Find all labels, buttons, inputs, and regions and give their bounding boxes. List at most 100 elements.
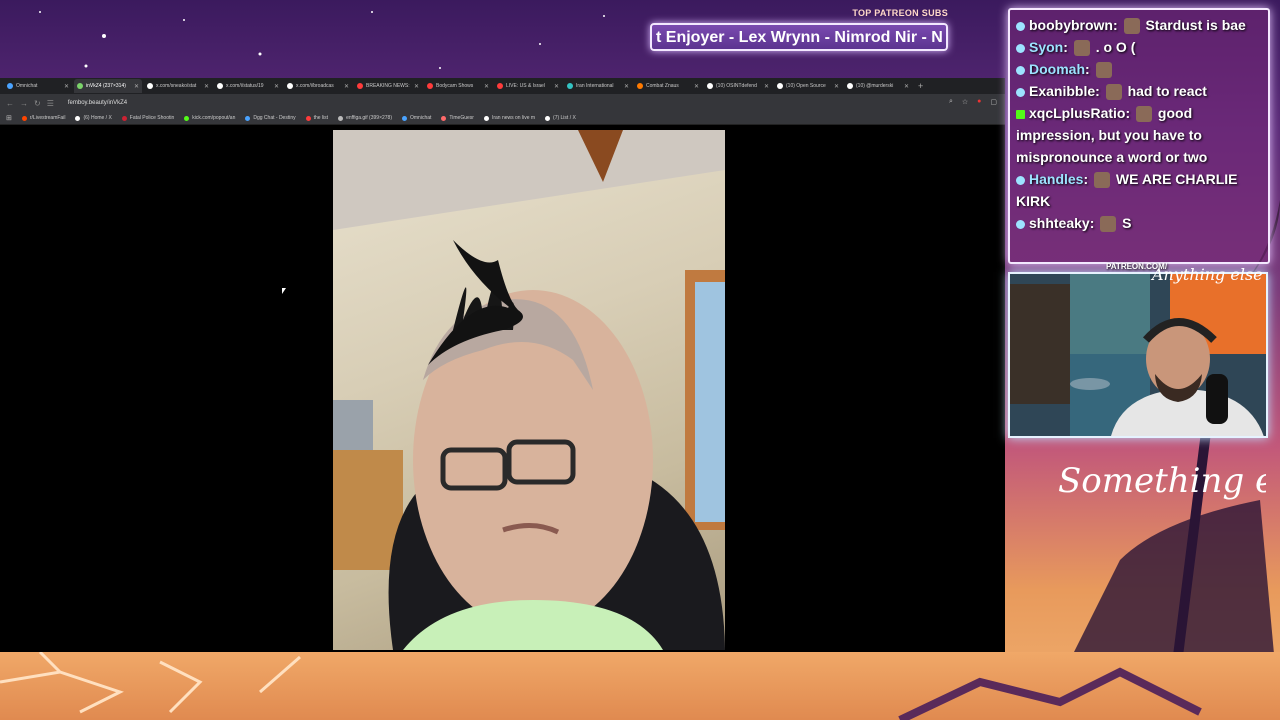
- bookmark-label: (7) List / X: [553, 115, 576, 121]
- emote-icon: [1073, 40, 1090, 57]
- address-bar: ← → ↻ ☰ femboy.beauty/inVkZ4 ⌕ ☆ ● ▢: [0, 94, 1005, 112]
- bookmark-item[interactable]: (7) List / X: [545, 115, 576, 121]
- bookmark-item[interactable]: kick.com/popout/an: [184, 115, 235, 121]
- chat-message: Syon: . o O (: [1016, 36, 1262, 58]
- bookmark-label: Omnichat: [410, 115, 432, 121]
- webcam-image: [333, 130, 725, 650]
- bookmark-item[interactable]: the list: [305, 115, 328, 121]
- browser-tab[interactable]: Bodycam Shows ✕: [424, 79, 492, 93]
- bookmark-favicon-icon: [21, 115, 27, 121]
- tab-favicon-icon: [147, 83, 153, 89]
- bookmark-item[interactable]: (6) Home / X: [75, 115, 112, 121]
- browser-tab[interactable]: LIVE: US & Israel ✕: [494, 79, 562, 93]
- apps-grid-icon[interactable]: ⊞: [6, 114, 12, 122]
- browser-tab[interactable]: x.com/i/status/19 ✕: [214, 79, 282, 93]
- something-else-logo: Something else: [1058, 461, 1266, 501]
- chat-overlay: boobybrown: Stardust is bae Syon: . o O (…: [1008, 8, 1270, 264]
- tab-favicon-icon: [637, 83, 643, 89]
- tab-favicon-icon: [847, 83, 853, 89]
- bookmark-item[interactable]: Fatal Police Shootin: [121, 115, 174, 121]
- chat-username: Syon: [1029, 39, 1064, 55]
- close-tab-icon[interactable]: ✕: [64, 83, 69, 90]
- browser-tab[interactable]: x.com/i/broadcas ✕: [284, 79, 352, 93]
- toolbar-icons: ⌕ ☆ ● ▢: [949, 98, 997, 106]
- tab-label: x.com/i/broadcas: [296, 83, 334, 89]
- close-tab-icon[interactable]: ✕: [484, 83, 489, 90]
- tab-favicon-icon: [707, 83, 713, 89]
- svg-text:Something else: Something else: [1058, 461, 1266, 501]
- emote-icon: [1095, 62, 1112, 79]
- extensions-puzzle-icon[interactable]: ▢: [990, 98, 997, 106]
- reload-icon[interactable]: ↻: [34, 99, 41, 108]
- browser-tab[interactable]: inVkZ4 (237×314) ✕: [74, 79, 142, 93]
- tab-label: Iran International: [576, 83, 614, 89]
- bookmark-favicon-icon: [184, 115, 190, 121]
- patreon-subs-label: TOP PATREON SUBS: [852, 8, 948, 18]
- bookmark-item[interactable]: enffiga.gif (399×278): [338, 115, 392, 121]
- tab-label: BREAKING NEWS:: [366, 83, 410, 89]
- patreon-ticker: t Enjoyer - Lex Wrynn - Nimrod Nir - N: [650, 23, 948, 51]
- streamer-photo: [1010, 274, 1266, 436]
- bookmark-label: Iran news on live m: [491, 115, 536, 121]
- close-tab-icon[interactable]: ✕: [834, 83, 839, 90]
- bookmark-star-icon[interactable]: ☆: [962, 98, 968, 106]
- close-tab-icon[interactable]: ✕: [694, 83, 699, 90]
- bookmark-item[interactable]: Dgg Chat - Destiny: [245, 115, 296, 121]
- tab-label: x.com/i/status/19: [226, 83, 264, 89]
- close-tab-icon[interactable]: ✕: [274, 83, 279, 90]
- mouse-cursor: [282, 288, 286, 294]
- bookmark-item[interactable]: r/LivestreamFail: [21, 115, 65, 121]
- bookmark-item[interactable]: Omnichat: [402, 115, 431, 121]
- close-tab-icon[interactable]: ✕: [344, 83, 349, 90]
- bookmark-label: (6) Home / X: [83, 115, 112, 121]
- tab-label: LIVE: US & Israel: [506, 83, 545, 89]
- chat-username: Doomah: [1029, 61, 1085, 77]
- tab-favicon-icon: [7, 83, 13, 89]
- tab-label: (10) Open Source: [786, 83, 826, 89]
- extension-icon[interactable]: ●: [977, 98, 981, 106]
- emote-icon: [1123, 18, 1140, 35]
- forward-icon[interactable]: →: [20, 99, 28, 108]
- chat-message: Handles: WE ARE CHARLIE KIRK: [1016, 171, 1238, 209]
- url-field[interactable]: femboy.beauty/inVkZ4: [68, 100, 127, 106]
- site-info-icon[interactable]: ☰: [47, 99, 54, 108]
- chat-text: S: [1122, 215, 1132, 231]
- bookmark-favicon-icon: [245, 115, 251, 121]
- close-tab-icon[interactable]: ✕: [134, 83, 139, 90]
- platform-badge-icon: [1016, 219, 1025, 229]
- browser-tab[interactable]: BREAKING NEWS: ✕: [354, 79, 422, 93]
- close-tab-icon[interactable]: ✕: [624, 83, 629, 90]
- browser-tab[interactable]: x.com/sneako/stat ✕: [144, 79, 212, 93]
- tab-favicon-icon: [357, 83, 363, 89]
- emote-icon: [1100, 216, 1117, 233]
- tab-favicon-icon: [77, 83, 83, 89]
- bookmark-item[interactable]: Iran news on live m: [483, 115, 536, 121]
- tab-label: (10) @murderski: [856, 83, 894, 89]
- close-tab-icon[interactable]: ✕: [554, 83, 559, 90]
- chat-message: boobybrown: Stardust is bae: [1016, 14, 1262, 36]
- bookmark-favicon-icon: [121, 115, 127, 121]
- back-icon[interactable]: ←: [6, 99, 14, 108]
- browser-tab[interactable]: (10) @murderski ✕: [844, 79, 912, 93]
- platform-badge-icon: [1016, 65, 1025, 75]
- close-tab-icon[interactable]: ✕: [764, 83, 769, 90]
- close-tab-icon[interactable]: ✕: [204, 83, 209, 90]
- search-icon[interactable]: ⌕: [949, 98, 953, 106]
- bookmark-favicon-icon: [305, 115, 311, 121]
- person-photo: [333, 130, 725, 650]
- floor-cracks: [0, 652, 1202, 720]
- browser-tab[interactable]: Iran International ✕: [564, 79, 632, 93]
- tab-label: Combat Znaus: [646, 83, 679, 89]
- browser-tab[interactable]: (10) OSINTdefend ✕: [704, 79, 772, 93]
- bookmark-label: TimeGuesr: [449, 115, 474, 121]
- bookmark-favicon-icon: [483, 115, 489, 121]
- close-tab-icon[interactable]: ✕: [904, 83, 909, 90]
- browser-tab[interactable]: (10) Open Source ✕: [774, 79, 842, 93]
- tab-favicon-icon: [497, 83, 503, 89]
- new-tab-icon[interactable]: +: [914, 81, 923, 91]
- close-tab-icon[interactable]: ✕: [414, 83, 419, 90]
- browser-tab[interactable]: Omnichat ✕: [4, 79, 72, 93]
- bookmark-item[interactable]: TimeGuesr: [441, 115, 474, 121]
- chat-username: boobybrown: [1029, 17, 1113, 33]
- browser-tab[interactable]: Combat Znaus ✕: [634, 79, 702, 93]
